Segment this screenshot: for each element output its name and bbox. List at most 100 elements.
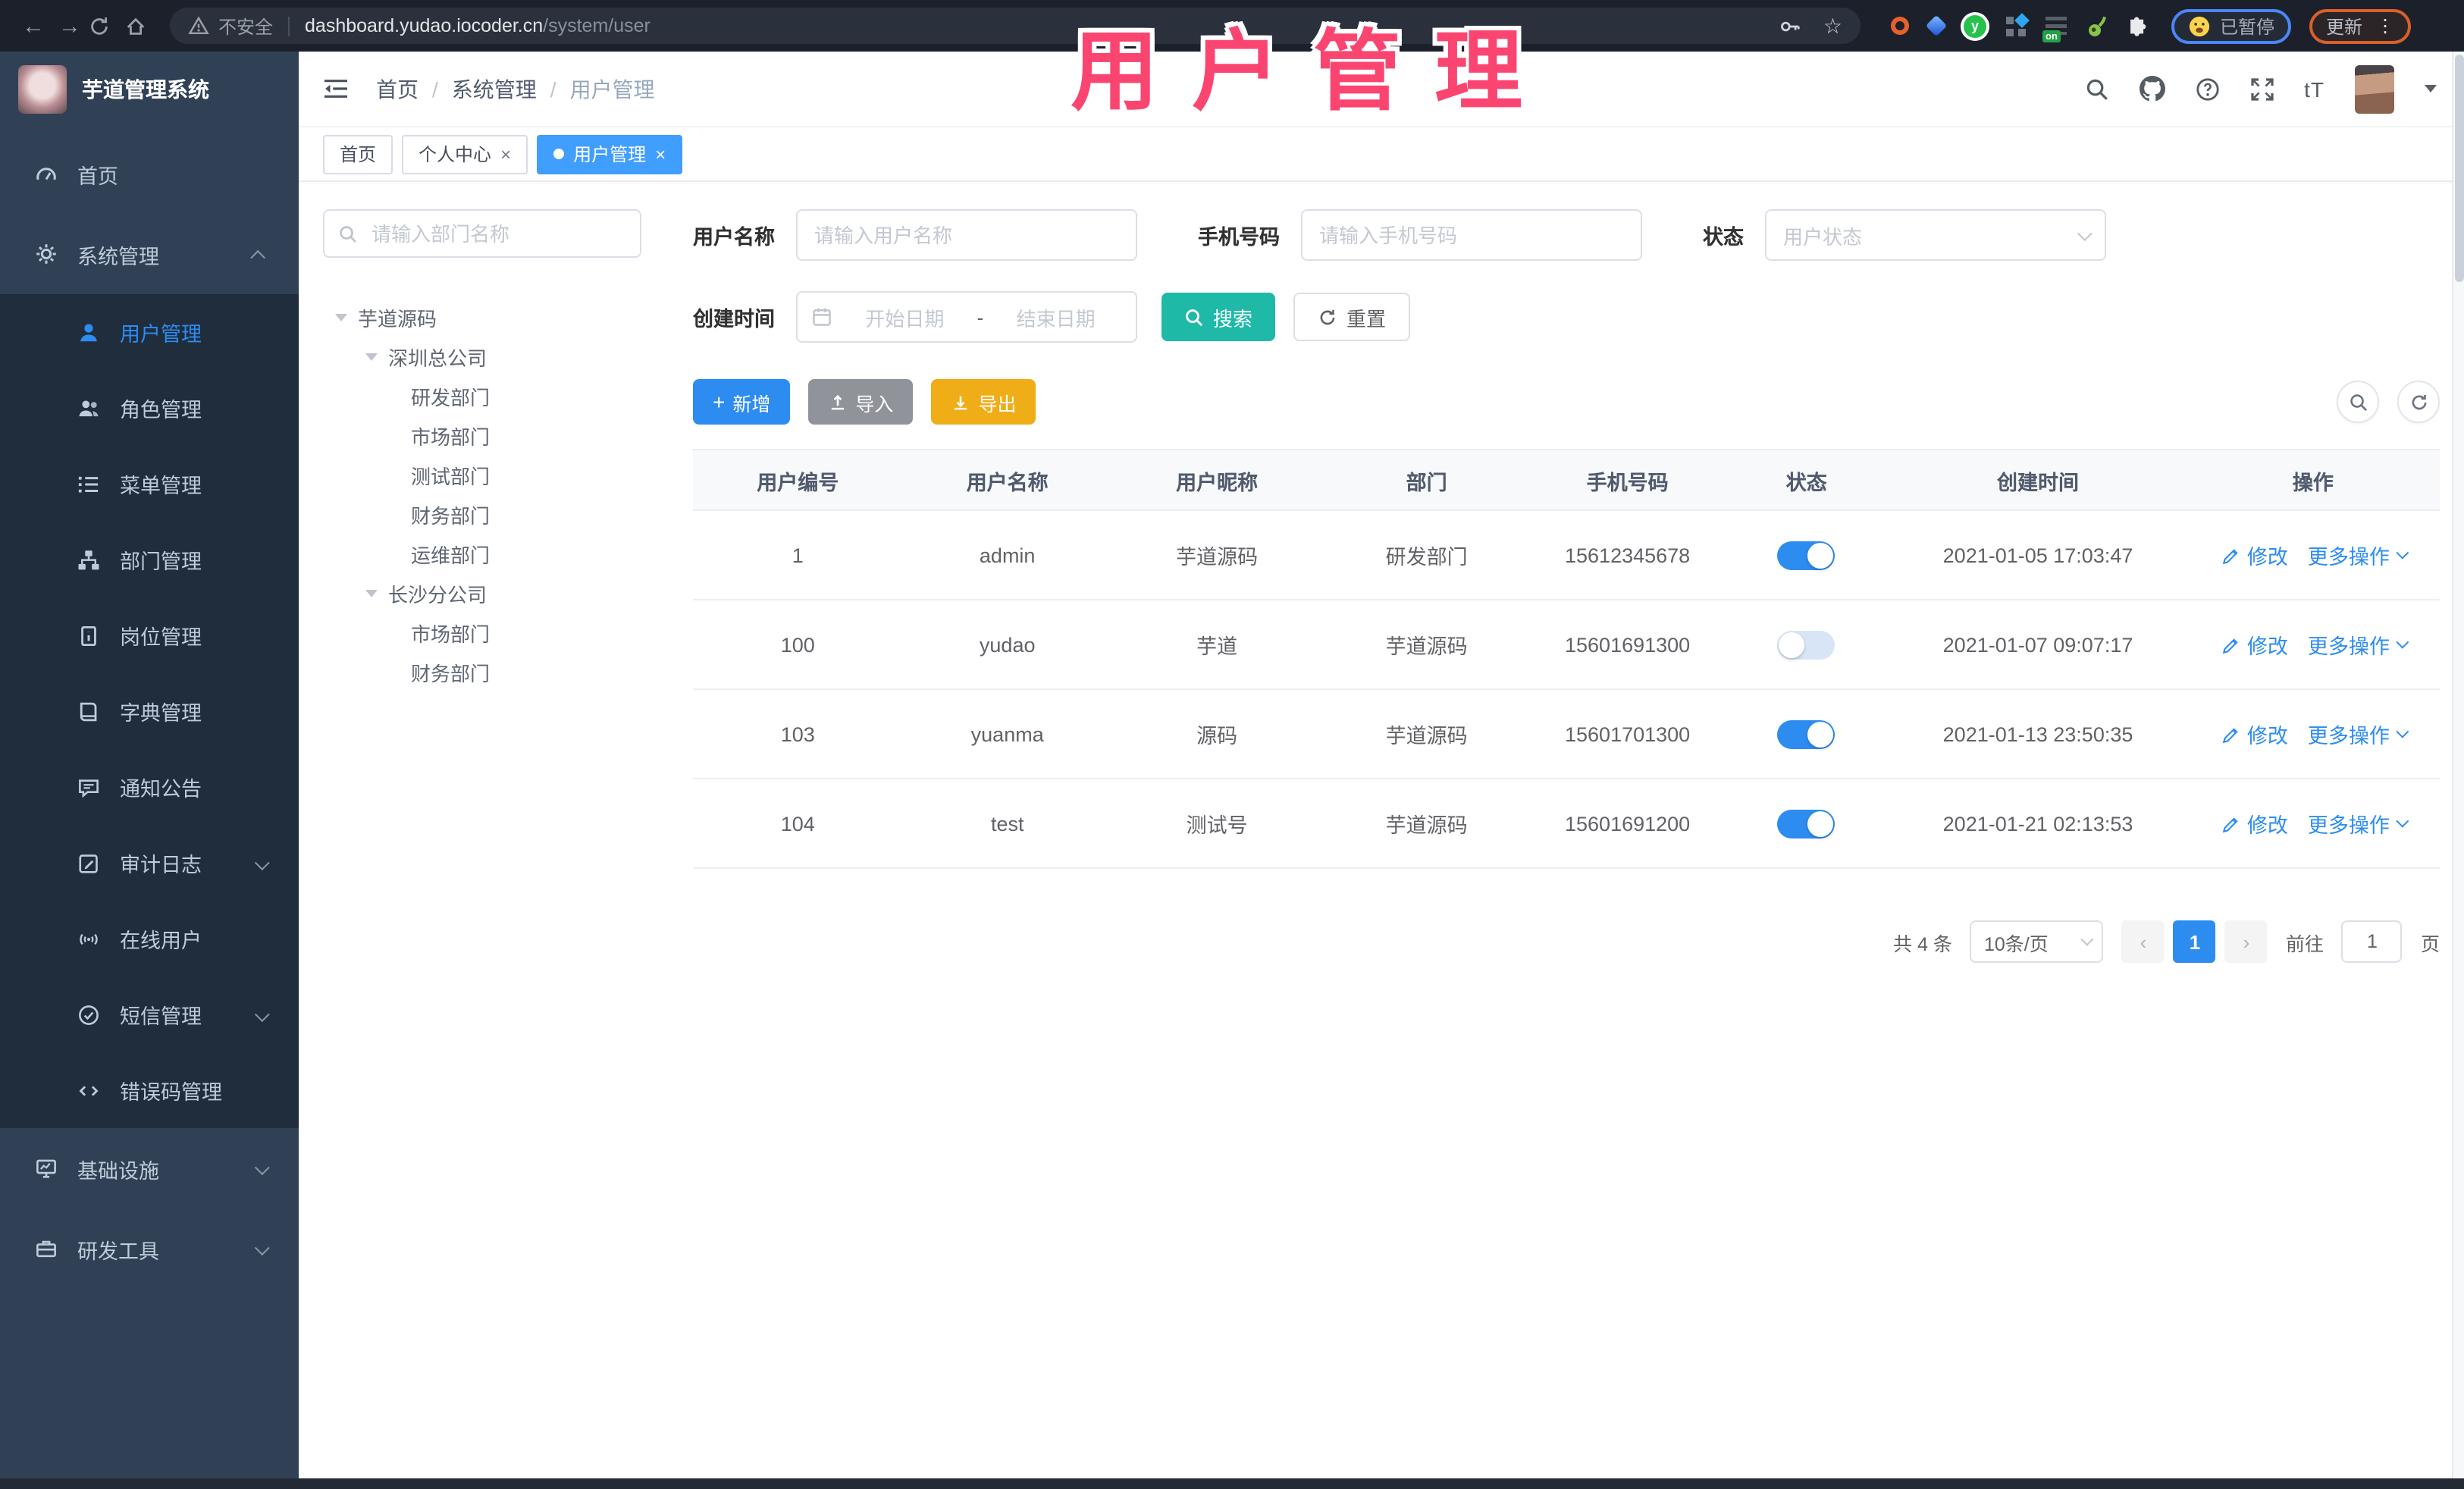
sidebar-item-online-users[interactable]: 在线用户	[0, 901, 299, 976]
show-search-icon-button[interactable]	[2337, 381, 2379, 423]
caret-down-icon[interactable]	[365, 353, 378, 360]
prev-page-button[interactable]: ‹	[2121, 920, 2165, 963]
app-logo-row[interactable]: 芋道管理系统	[0, 52, 299, 127]
tree-node[interactable]: 芋道源码	[323, 297, 654, 337]
url-path[interactable]: /system/user	[543, 15, 650, 36]
next-page-button[interactable]: ›	[2224, 920, 2268, 963]
tree-node[interactable]: 市场部门	[323, 613, 654, 652]
tree-node[interactable]: 长沙分公司	[323, 573, 654, 613]
extensions-puzzle-icon[interactable]	[2127, 16, 2147, 36]
help-icon[interactable]	[2195, 77, 2219, 101]
tree-node[interactable]: 研发部门	[323, 376, 654, 415]
sidebar-item-depts[interactable]: 部门管理	[0, 522, 299, 597]
goto-page-input[interactable]	[2341, 920, 2403, 963]
tree-node[interactable]: 测试部门	[323, 455, 654, 494]
refresh-table-icon-button[interactable]	[2397, 381, 2440, 423]
status-select[interactable]: 用户状态	[1765, 209, 2106, 261]
url-host[interactable]: dashboard.yudao.iocoder.cn	[305, 15, 543, 36]
breadcrumb-section[interactable]: 系统管理	[452, 74, 537, 104]
edit-link[interactable]: 修改	[2247, 719, 2288, 749]
security-warning-icon[interactable]	[188, 15, 209, 36]
status-toggle[interactable]	[1777, 630, 1835, 659]
more-actions-link[interactable]: 更多操作	[2308, 629, 2409, 660]
sidebar-item-system[interactable]: 系统管理	[0, 214, 299, 294]
browser-update-button[interactable]: 更新 ⋮	[2309, 8, 2412, 43]
search-icon[interactable]	[2084, 77, 2108, 101]
edit-link[interactable]: 修改	[2247, 540, 2288, 570]
sidebar-item-dev-tools[interactable]: 研发工具	[0, 1208, 299, 1289]
breadcrumb-home[interactable]: 首页	[376, 74, 419, 104]
edit-link[interactable]: 修改	[2247, 629, 2288, 660]
date-range-picker[interactable]: 开始日期 - 结束日期	[796, 291, 1137, 343]
font-size-icon[interactable]: tT	[2304, 77, 2324, 101]
extension-tadpole-icon[interactable]	[2086, 14, 2108, 37]
start-date-placeholder[interactable]: 开始日期	[839, 303, 971, 331]
sidebar-item-home[interactable]: 首页	[0, 133, 299, 214]
sidebar-item-audit-log[interactable]: 审计日志	[0, 825, 299, 901]
tree-node[interactable]: 运维部门	[323, 534, 654, 573]
tree-node-label: 市场部门	[411, 622, 491, 645]
extension-green-icon[interactable]: y	[1964, 14, 1986, 37]
address-bar[interactable]: 不安全 dashboard.yudao.iocoder.cn/system/us…	[170, 8, 1861, 44]
export-button[interactable]: 导出	[931, 379, 1036, 425]
page-size-select[interactable]: 10条/页	[1970, 920, 2104, 963]
more-actions-label: 更多操作	[2307, 725, 2390, 748]
more-actions-link[interactable]: 更多操作	[2308, 540, 2409, 570]
sidebar-item-infra[interactable]: 基础设施	[0, 1128, 299, 1208]
end-date-placeholder[interactable]: 结束日期	[989, 303, 1122, 331]
username-input[interactable]	[796, 209, 1137, 261]
status-toggle[interactable]	[1777, 809, 1835, 838]
profile-paused-chip[interactable]: 已暂停	[2171, 8, 2292, 43]
sidebar-item-roles[interactable]: 角色管理	[0, 370, 299, 446]
extension-gem-icon[interactable]	[1925, 14, 1948, 37]
more-actions-link[interactable]: 更多操作	[2308, 808, 2409, 839]
status-toggle[interactable]	[1777, 719, 1835, 748]
tree-node[interactable]: 财务部门	[323, 494, 654, 534]
more-actions-link[interactable]: 更多操作	[2307, 719, 2409, 749]
avatar-caret-icon[interactable]	[2425, 85, 2437, 92]
import-button[interactable]: 导入	[808, 379, 914, 425]
extension-orange-icon[interactable]	[1891, 17, 1909, 35]
tree-node[interactable]: 深圳总公司	[323, 337, 654, 376]
sidebar-item-sms[interactable]: 短信管理	[0, 976, 299, 1052]
extension-list-icon[interactable]: on	[2042, 17, 2067, 42]
browser-forward-icon[interactable]: →	[52, 13, 88, 39]
password-key-icon[interactable]	[1779, 14, 1802, 37]
mobile-input[interactable]	[1301, 209, 1642, 261]
user-avatar[interactable]	[2355, 64, 2394, 113]
add-button[interactable]: + 新增	[693, 379, 791, 425]
browser-home-icon[interactable]	[124, 14, 161, 37]
reset-button[interactable]: 重置	[1293, 293, 1411, 341]
sidebar-item-error-codes[interactable]: 错误码管理	[0, 1052, 299, 1128]
sidebar-item-menus[interactable]: 菜单管理	[0, 446, 299, 522]
tab-home[interactable]: 首页	[323, 134, 393, 174]
sidebar-item-dict[interactable]: 字典管理	[0, 673, 299, 749]
extension-grid-icon[interactable]	[2006, 12, 2030, 36]
edit-link[interactable]: 修改	[2247, 808, 2288, 839]
search-button[interactable]: 搜索	[1161, 293, 1276, 341]
tab-profile[interactable]: 个人中心 ×	[402, 134, 528, 174]
tree-node[interactable]: 市场部门	[323, 415, 654, 455]
browser-menu-icon[interactable]: ⋮	[2376, 17, 2394, 35]
sidebar-item-notice[interactable]: 通知公告	[0, 749, 299, 825]
dept-search-input[interactable]	[368, 221, 626, 246]
sidebar-item-users[interactable]: 用户管理	[0, 294, 299, 370]
caret-down-icon[interactable]	[335, 313, 347, 321]
fullscreen-icon[interactable]	[2249, 77, 2274, 101]
page-scrollbar[interactable]	[2452, 52, 2464, 1478]
browser-back-icon[interactable]: ←	[15, 13, 52, 39]
sidebar-collapse-icon[interactable]	[323, 77, 349, 100]
close-icon[interactable]: ×	[655, 143, 666, 165]
security-label[interactable]: 不安全	[218, 13, 273, 39]
tree-node[interactable]: 财务部门	[323, 652, 654, 691]
bookmark-star-icon[interactable]: ☆	[1823, 13, 1842, 39]
browser-reload-icon[interactable]	[88, 14, 124, 37]
sidebar-item-posts[interactable]: 岗位管理	[0, 597, 299, 673]
current-page-button[interactable]: 1	[2173, 920, 2216, 963]
caret-down-icon[interactable]	[365, 589, 378, 597]
tab-user-management[interactable]: 用户管理 ×	[537, 134, 683, 174]
close-icon[interactable]: ×	[500, 143, 511, 165]
scrollbar-thumb[interactable]	[2455, 55, 2464, 282]
github-icon[interactable]	[2139, 76, 2165, 102]
status-toggle[interactable]	[1777, 541, 1835, 569]
